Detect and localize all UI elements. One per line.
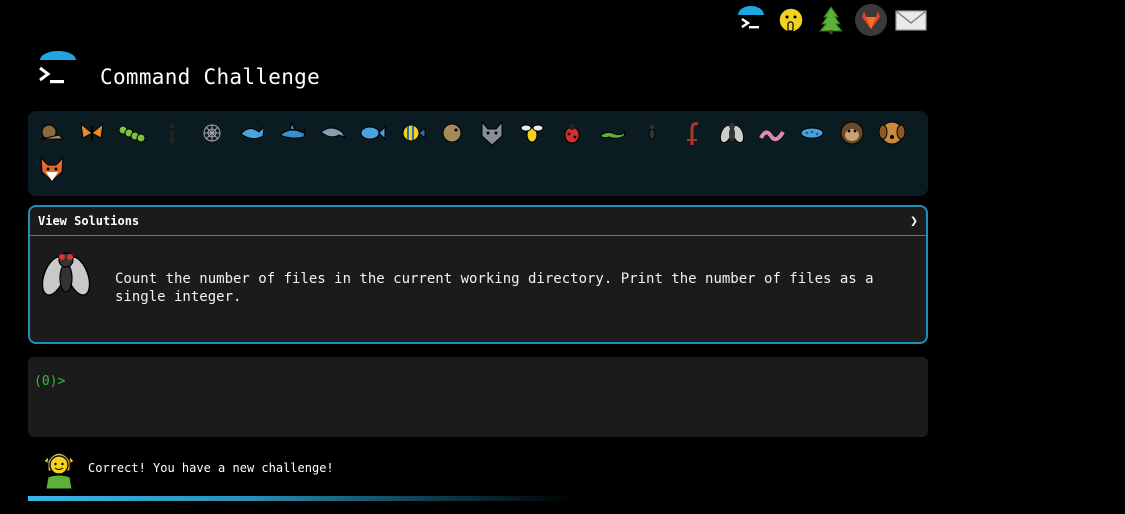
animal-bug-icon[interactable] bbox=[632, 115, 672, 151]
animal-scorpion-icon[interactable] bbox=[672, 115, 712, 151]
top-icon-bar bbox=[731, 4, 931, 36]
mail-icon[interactable] bbox=[891, 4, 931, 36]
animal-fly-icon[interactable] bbox=[712, 115, 752, 151]
animal-shark-icon[interactable] bbox=[272, 115, 312, 151]
page-title: Command Challenge bbox=[100, 65, 321, 89]
terminal-logo-icon bbox=[39, 51, 76, 84]
animal-dog-icon[interactable] bbox=[872, 115, 912, 151]
chevron-right-icon: ❯ bbox=[910, 213, 918, 229]
animal-caterpillar-icon[interactable] bbox=[112, 115, 152, 151]
view-solutions-label: View Solutions bbox=[38, 214, 140, 228]
animal-challenge-bar bbox=[28, 111, 928, 196]
view-solutions-toggle[interactable]: View Solutions ❯ bbox=[30, 207, 926, 236]
shushing-face-icon[interactable] bbox=[771, 4, 811, 36]
animal-wolf-icon[interactable] bbox=[472, 115, 512, 151]
elf-icon bbox=[43, 452, 75, 489]
challenge-panel: View Solutions ❯ Count the number of fil… bbox=[28, 205, 928, 344]
feedback-row: Correct! You have a new challenge! bbox=[40, 447, 334, 489]
gitlab-icon[interactable] bbox=[851, 4, 891, 36]
terminal-prompt: (0)> bbox=[34, 374, 66, 389]
terminal-icon[interactable] bbox=[731, 4, 771, 36]
animal-whale-icon[interactable] bbox=[232, 115, 272, 151]
animal-snail-icon[interactable] bbox=[32, 115, 72, 151]
animal-tropical-fish-icon[interactable] bbox=[392, 115, 432, 151]
animal-lizard-icon[interactable] bbox=[592, 115, 632, 151]
animal-worm-icon[interactable] bbox=[752, 115, 792, 151]
fly-icon bbox=[40, 246, 92, 306]
animal-monkey-icon[interactable] bbox=[832, 115, 872, 151]
terminal-panel[interactable]: (0)> bbox=[28, 357, 928, 437]
animal-blowfish-icon[interactable] bbox=[432, 115, 472, 151]
animal-ladybug-icon[interactable] bbox=[552, 115, 592, 151]
animal-butterfly-icon[interactable] bbox=[72, 115, 112, 151]
animal-dolphin-icon[interactable] bbox=[312, 115, 352, 151]
tree-icon[interactable] bbox=[811, 4, 851, 36]
command-input[interactable] bbox=[68, 369, 908, 391]
progress-bar bbox=[28, 496, 573, 501]
animal-bee-icon[interactable] bbox=[512, 115, 552, 151]
animal-fox-icon[interactable] bbox=[32, 151, 72, 187]
challenge-description: Count the number of files in the current… bbox=[115, 271, 874, 305]
animal-fish-icon[interactable] bbox=[352, 115, 392, 151]
feedback-message: Correct! You have a new challenge! bbox=[88, 461, 334, 475]
animal-ant-icon[interactable] bbox=[152, 115, 192, 151]
app-logo[interactable] bbox=[36, 50, 80, 92]
animal-spider-web-icon[interactable] bbox=[192, 115, 232, 151]
animal-microbe-icon[interactable] bbox=[792, 115, 832, 151]
